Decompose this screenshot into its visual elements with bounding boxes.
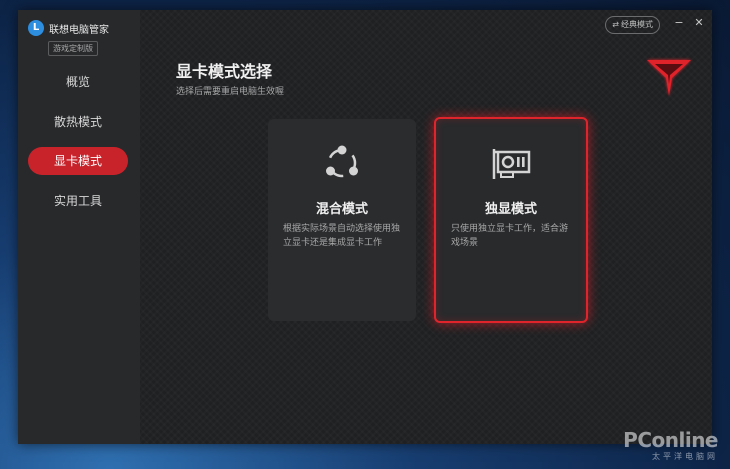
lenovo-logo-icon: L	[28, 20, 44, 36]
edition-badge: 游戏定制版	[48, 41, 98, 56]
sidebar: L 联想电脑管家 游戏定制版 概览 散热模式 显卡模式 实用工具	[18, 10, 140, 444]
hybrid-share-icon	[326, 145, 358, 178]
card-description: 只使用独立显卡工作，适合游戏场景	[451, 224, 569, 248]
app-window: L 联想电脑管家 游戏定制版 概览 散热模式 显卡模式 实用工具 ⇄ 经典模式 −…	[18, 10, 712, 444]
classic-mode-button[interactable]: ⇄ 经典模式	[605, 16, 660, 34]
sidebar-item-overview[interactable]: 概览	[28, 68, 128, 96]
watermark-logo: PConline	[623, 428, 718, 452]
page-subtitle: 选择后需要重启电脑生效喔	[176, 87, 285, 97]
sidebar-item-label: 散热模式	[53, 115, 102, 129]
legion-y-logo-icon	[647, 60, 691, 96]
sidebar-item-label: 实用工具	[53, 194, 102, 208]
card-title: 混合模式	[315, 202, 368, 217]
watermark-subtitle: 太平洋电脑网	[652, 452, 718, 461]
sidebar-item-label: 显卡模式	[53, 154, 102, 168]
graphics-card-icon	[492, 149, 531, 179]
swap-arrows-icon: ⇄	[612, 20, 619, 29]
main-panel: ⇄ 经典模式 − ✕ 显卡模式选择 选择后需要重启电脑生效喔 混合模式 根据实际…	[140, 10, 712, 444]
card-description: 根据实际场景自动选择使用独立显卡还是集成显卡工作	[283, 224, 401, 248]
sidebar-item-utilities[interactable]: 实用工具	[28, 187, 128, 215]
sidebar-item-label: 概览	[65, 75, 90, 89]
classic-mode-label: 经典模式	[621, 20, 653, 29]
minimize-button[interactable]: −	[672, 16, 686, 30]
sidebar-item-cooling-mode[interactable]: 散热模式	[28, 108, 128, 136]
close-button[interactable]: ✕	[692, 16, 706, 30]
discrete-mode-card[interactable]: 独显模式 只使用独立显卡工作，适合游戏场景	[434, 117, 588, 323]
sidebar-item-gpu-mode[interactable]: 显卡模式	[28, 147, 128, 175]
page-title: 显卡模式选择	[176, 62, 273, 81]
hybrid-mode-card[interactable]: 混合模式 根据实际场景自动选择使用独立显卡还是集成显卡工作	[268, 119, 416, 321]
card-title: 独显模式	[484, 202, 537, 217]
app-name: 联想电脑管家	[49, 25, 109, 36]
